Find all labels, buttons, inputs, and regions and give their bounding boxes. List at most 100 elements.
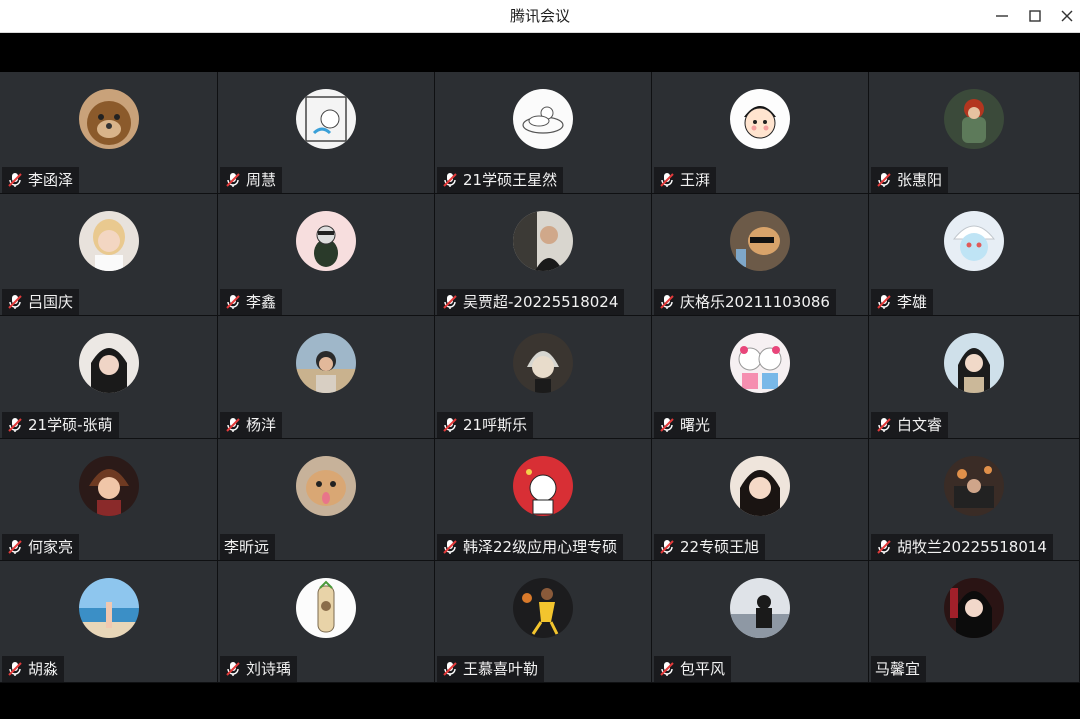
- participant-name: 22专硕王旭: [680, 537, 760, 556]
- name-tag: 李昕远: [220, 533, 276, 560]
- avatar: [78, 333, 139, 394]
- participant-tile[interactable]: 21学硕王星然: [435, 72, 652, 195]
- name-tag: 包平风: [654, 655, 732, 682]
- participant-tile[interactable]: 李鑫: [218, 194, 435, 317]
- participant-name: 21呼斯乐: [463, 415, 528, 434]
- name-tag: 李雄: [871, 289, 934, 316]
- participant-tile[interactable]: 21呼斯乐: [435, 316, 652, 439]
- muted-mic-icon: [660, 417, 674, 432]
- avatar: [513, 89, 573, 149]
- avatar: [296, 333, 356, 394]
- name-tag: 刘诗瑀: [220, 655, 298, 682]
- avatar: [296, 89, 356, 149]
- maximize-button[interactable]: [1020, 3, 1050, 29]
- name-tag: 吴贾超-20225518024: [437, 289, 625, 316]
- muted-mic-icon: [660, 661, 674, 676]
- participant-tile[interactable]: 吕国庆: [0, 194, 218, 317]
- participant-tile[interactable]: 庆格乐20211103086: [652, 194, 869, 317]
- participant-tile[interactable]: 22专硕王旭: [652, 438, 869, 561]
- name-tag: 王湃: [654, 167, 717, 194]
- name-tag: 韩泽22级应用心理专硕: [437, 533, 624, 560]
- muted-mic-icon: [8, 539, 22, 554]
- participant-name: 胡淼: [28, 659, 59, 678]
- participant-name: 李雄: [897, 293, 928, 312]
- title-bar: 腾讯会议: [0, 0, 1080, 33]
- participant-tile[interactable]: 白文睿: [869, 316, 1080, 439]
- muted-mic-icon: [877, 539, 891, 554]
- participant-name: 李鑫: [246, 293, 277, 312]
- participant-name: 21学硕-张萌: [28, 415, 113, 434]
- avatar: [730, 211, 790, 272]
- name-tag: 白文睿: [871, 411, 949, 438]
- participant-tile[interactable]: 周慧: [218, 72, 435, 195]
- participant-tile[interactable]: 王慕喜叶勒: [435, 560, 652, 683]
- participant-tile[interactable]: 韩泽22级应用心理专硕: [435, 438, 652, 561]
- close-icon: [1061, 10, 1073, 22]
- avatar: [944, 211, 1004, 272]
- muted-mic-icon: [660, 173, 674, 188]
- name-tag: 李鑫: [220, 289, 283, 316]
- muted-mic-icon: [226, 173, 240, 188]
- participant-name: 王慕喜叶勒: [463, 659, 539, 678]
- avatar: [78, 577, 139, 638]
- avatar: [296, 455, 356, 516]
- name-tag: 何家亮: [2, 533, 80, 560]
- name-tag: 庆格乐20211103086: [654, 289, 836, 316]
- participant-tile[interactable]: 杨洋: [218, 316, 435, 439]
- participant-tile[interactable]: 马馨宜: [869, 560, 1080, 683]
- name-tag: 吕国庆: [2, 289, 80, 316]
- participant-name: 21学硕王星然: [463, 171, 558, 190]
- muted-mic-icon: [660, 295, 674, 310]
- participant-name: 李昕远: [224, 537, 270, 556]
- avatar: [78, 455, 139, 516]
- participant-name: 杨洋: [246, 415, 277, 434]
- participant-name: 白文睿: [897, 415, 943, 434]
- minimize-icon: [996, 15, 1008, 17]
- participant-tile[interactable]: 李雄: [869, 194, 1080, 317]
- participant-tile[interactable]: 包平风: [652, 560, 869, 683]
- name-tag: 曙光: [654, 411, 717, 438]
- name-tag: 周慧: [220, 167, 283, 194]
- participant-tile[interactable]: 胡淼: [0, 560, 218, 683]
- avatar: [78, 211, 139, 272]
- name-tag: 张惠阳: [871, 167, 949, 194]
- name-tag: 胡牧兰20225518014: [871, 533, 1053, 560]
- participant-tile[interactable]: 21学硕-张萌: [0, 316, 218, 439]
- avatar: [944, 455, 1004, 516]
- participant-tile[interactable]: 张惠阳: [869, 72, 1080, 195]
- name-tag: 胡淼: [2, 655, 65, 682]
- muted-mic-icon: [226, 417, 240, 432]
- bottom-black-strip: [0, 683, 1080, 719]
- muted-mic-icon: [877, 173, 891, 188]
- avatar: [513, 333, 573, 394]
- muted-mic-icon: [443, 295, 457, 310]
- avatar: [730, 89, 790, 149]
- muted-mic-icon: [877, 417, 891, 432]
- name-tag: 21学硕-张萌: [2, 411, 119, 438]
- avatar: [944, 333, 1004, 394]
- muted-mic-icon: [226, 661, 240, 676]
- participant-name: 庆格乐20211103086: [680, 293, 830, 312]
- participant-name: 刘诗瑀: [246, 659, 292, 678]
- participant-tile[interactable]: 王湃: [652, 72, 869, 195]
- avatar: [78, 89, 139, 149]
- participant-tile[interactable]: 何家亮: [0, 438, 218, 561]
- maximize-icon: [1029, 10, 1041, 22]
- participant-grid: 李函泽 周慧 21学硕王星然 王湃 张惠阳 吕国庆 李鑫 吴贾超-2022551…: [0, 72, 1080, 683]
- close-button[interactable]: [1052, 3, 1080, 29]
- participant-tile[interactable]: 李昕远: [218, 438, 435, 561]
- participant-tile[interactable]: 胡牧兰20225518014: [869, 438, 1080, 561]
- avatar: [513, 455, 573, 516]
- avatar: [944, 89, 1004, 149]
- participant-tile[interactable]: 刘诗瑀: [218, 560, 435, 683]
- minimize-button[interactable]: [987, 3, 1017, 29]
- participant-name: 李函泽: [28, 171, 74, 190]
- participant-tile[interactable]: 李函泽: [0, 72, 218, 195]
- muted-mic-icon: [660, 539, 674, 554]
- participant-name: 王湃: [680, 171, 711, 190]
- avatar: [730, 333, 790, 394]
- participant-name: 马馨宜: [875, 659, 921, 678]
- participant-tile[interactable]: 曙光: [652, 316, 869, 439]
- participant-tile[interactable]: 吴贾超-20225518024: [435, 194, 652, 317]
- muted-mic-icon: [443, 539, 457, 554]
